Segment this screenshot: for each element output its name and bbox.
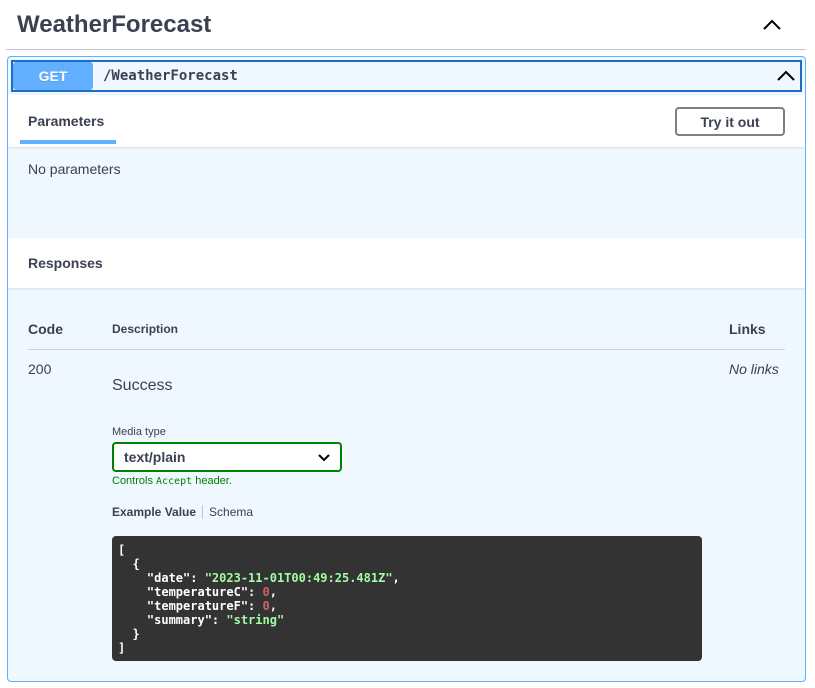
parameters-header: Parameters Try it out [8,95,805,147]
media-type-value: text/plain [124,449,186,465]
try-it-out-button[interactable]: Try it out [675,107,785,136]
media-type-label: Media type [112,426,166,438]
example-tabs: Example Value Schema [112,505,253,519]
controls-accept-note: Controls Accept header. [112,475,232,487]
no-parameters-text: No parameters [28,161,121,177]
column-header-code: Code [28,321,63,337]
json-date-value: "2023-11-01T00:49:25.481Z" [204,571,393,585]
tab-active-indicator [20,140,116,144]
tag-header[interactable]: WeatherForecast [6,0,806,50]
column-header-description: Description [112,322,179,336]
json-summary-value: "string" [226,613,285,627]
chevron-down-icon [318,449,330,465]
json-temperaturef-value: 0 [262,599,270,613]
operation-summary[interactable]: GET /WeatherForecast [11,60,802,92]
controls-accept-code: Accept [156,476,193,487]
tab-example-value[interactable]: Example Value [112,505,202,519]
operation-path: /WeatherForecast [103,68,238,84]
responses-header: Responses [8,238,805,288]
response-description: Success [112,377,173,394]
chevron-up-icon[interactable] [755,8,789,42]
operation-block: GET /WeatherForecast Parameters Try it o… [7,56,806,682]
responses-title: Responses [28,255,103,271]
response-code: 200 [28,361,52,377]
controls-prefix: Controls [112,475,157,487]
method-badge: GET [13,62,93,90]
tab-schema[interactable]: Schema [203,505,253,519]
header-divider [28,349,785,350]
column-header-links: Links [729,321,766,337]
chevron-up-icon[interactable] [772,62,800,90]
response-links: No links [729,361,779,377]
json-temperaturec-value: 0 [262,585,270,599]
media-type-select[interactable]: text/plain [112,442,342,472]
tag-title: WeatherForecast [17,10,212,38]
example-json-block: [ { "date": "2023-11-01T00:49:25.481Z", … [112,536,702,661]
controls-suffix: header. [192,475,232,487]
